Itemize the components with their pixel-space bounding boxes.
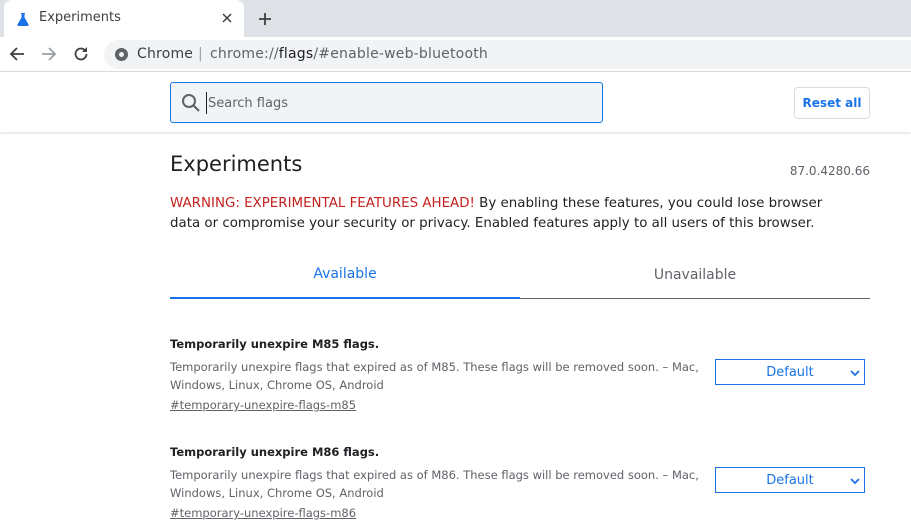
flags-tabs: Available Unavailable [170, 256, 870, 300]
search-input[interactable] [206, 92, 586, 114]
tab-title: Experiments [39, 10, 121, 25]
search-icon [181, 93, 201, 113]
flag-state-select[interactable]: Default [715, 359, 865, 385]
omnibox-separator: | [198, 46, 203, 62]
version-label: 87.0.4280.66 [789, 164, 870, 178]
flag-description: Temporarily unexpire flags that expired … [170, 468, 699, 500]
forward-arrow-icon[interactable] [38, 43, 60, 65]
flag-state-value: Default [766, 364, 814, 380]
browser-tab[interactable]: Experiments [4, 0, 244, 37]
url-host: flags [278, 46, 314, 62]
tab-available-indicator [170, 297, 520, 299]
warning-heading: WARNING: EXPERIMENTAL FEATURES AHEAD! [170, 196, 475, 211]
reset-all-button[interactable]: Reset all [794, 87, 870, 119]
flag-item: Temporarily unexpire M86 flags. Temporar… [170, 445, 870, 521]
search-box[interactable] [170, 82, 603, 123]
page-title: Experiments [170, 152, 303, 176]
tab-unavailable[interactable]: Unavailable [520, 256, 870, 299]
chevron-down-icon [850, 367, 860, 377]
flag-item: Temporarily unexpire M85 flags. Temporar… [170, 337, 870, 413]
tabs-divider [520, 298, 870, 299]
flag-description: Temporarily unexpire flags that expired … [170, 360, 699, 392]
address-bar[interactable]: Chrome | chrome://flags/#enable-web-blue… [104, 40, 911, 69]
warning-text: WARNING: EXPERIMENTAL FEATURES AHEAD! By… [170, 194, 850, 233]
plus-icon[interactable] [254, 8, 276, 30]
flag-state-select[interactable]: Default [715, 467, 865, 493]
chevron-down-icon [850, 475, 860, 485]
flag-state-value: Default [766, 472, 814, 488]
close-icon[interactable] [217, 8, 237, 28]
url-prefix: chrome:// [210, 46, 279, 62]
flag-name: Temporarily unexpire M85 flags. [170, 337, 380, 351]
back-arrow-icon[interactable] [6, 43, 28, 65]
url-suffix: /#enable-web-bluetooth [313, 46, 488, 62]
flag-link[interactable]: #temporary-unexpire-flags-m85 [170, 398, 356, 412]
tab-strip: Experiments [0, 0, 911, 37]
omnibox-url: chrome://flags/#enable-web-bluetooth [210, 46, 488, 62]
browser-toolbar: Chrome | chrome://flags/#enable-web-blue… [0, 37, 911, 72]
reload-icon[interactable] [70, 43, 92, 65]
flag-name: Temporarily unexpire M86 flags. [170, 445, 380, 459]
chrome-info-icon[interactable] [114, 47, 129, 62]
flags-header: Reset all [0, 72, 911, 132]
omnibox-scheme-label: Chrome [137, 46, 194, 62]
flag-link[interactable]: #temporary-unexpire-flags-m86 [170, 506, 356, 520]
flask-icon [16, 11, 30, 26]
tab-available[interactable]: Available [170, 256, 520, 299]
